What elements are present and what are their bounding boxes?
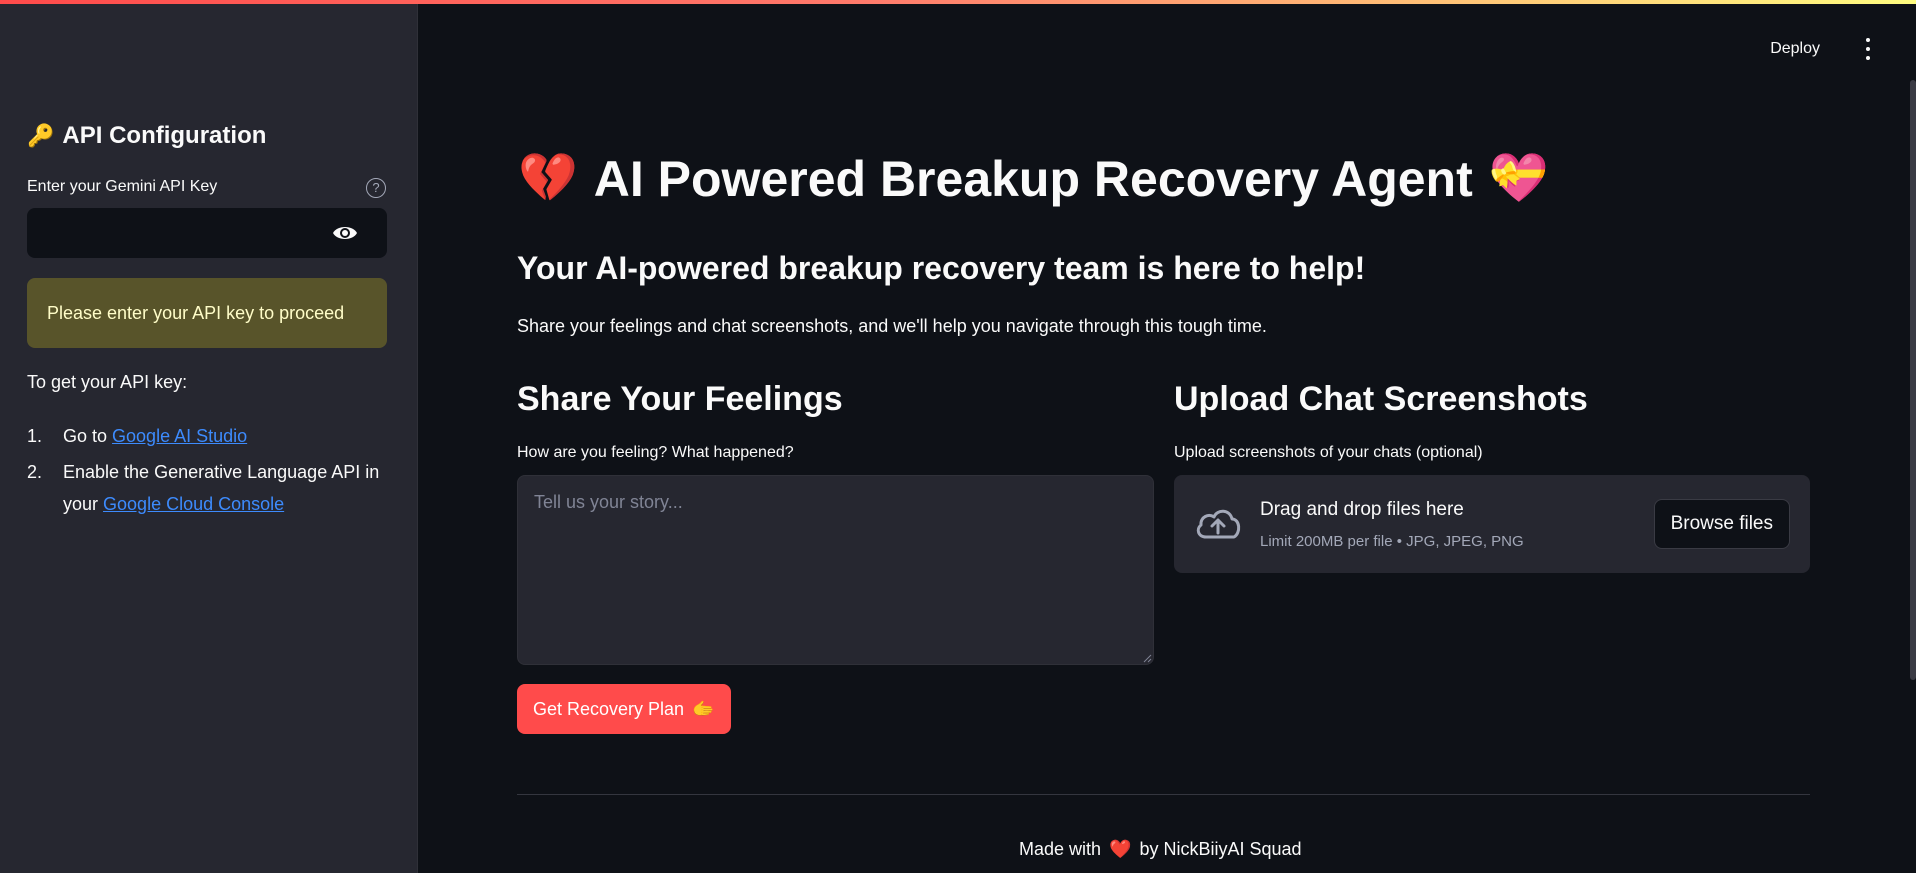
scrollbar[interactable] [1910, 80, 1916, 680]
dropzone-title: Drag and drop files here [1260, 499, 1464, 520]
page-title: 💔 AI Powered Breakup Recovery Agent 💝 [518, 150, 1549, 208]
api-key-warning: Please enter your API key to proceed [27, 278, 387, 348]
main-area: Deploy [418, 0, 1916, 873]
list-item: 1. Go to Google AI Studio [27, 420, 397, 452]
warning-text: Please enter your API key to proceed [47, 302, 345, 323]
upload-title: Upload Chat Screenshots [1174, 380, 1588, 418]
heart-icon: ❤️ [1109, 839, 1132, 859]
feelings-label: How are you feeling? What happened? [517, 444, 794, 461]
key-icon: 🔑 [27, 123, 55, 148]
divider [517, 794, 1810, 795]
step-text: Enable the Generative Language API in yo… [63, 462, 380, 514]
page-title-text: AI Powered Breakup Recovery Agent [593, 151, 1473, 207]
eye-icon[interactable] [332, 222, 358, 244]
sidebar-title: 🔑 API Configuration [27, 122, 266, 150]
sidebar: 🔑 API Configuration Enter your Gemini AP… [0, 0, 418, 873]
browse-files-button[interactable]: Browse files [1653, 499, 1790, 549]
step-number: 2. [27, 462, 43, 482]
resize-handle-icon[interactable] [1142, 653, 1152, 663]
button-label: Get Recovery Plan [533, 698, 685, 719]
list-item: 2. Enable the Generative Language API in… [27, 456, 397, 520]
file-dropzone[interactable]: Drag and drop files here Limit 200MB per… [1174, 475, 1810, 573]
api-steps-list: 1. Go to Google AI Studio 2. Enable the … [27, 420, 397, 524]
footer-prefix: Made with [1019, 839, 1102, 859]
step-number: 1. [27, 426, 43, 446]
sidebar-title-text: API Configuration [62, 122, 267, 149]
feelings-title: Share Your Feelings [517, 380, 843, 418]
footer-suffix: by NickBiiyAI Squad [1139, 839, 1302, 859]
deploy-button[interactable]: Deploy [1762, 36, 1828, 62]
api-key-label: Enter your Gemini API Key [27, 178, 218, 195]
upload-label: Upload screenshots of your chats (option… [1174, 444, 1483, 461]
cloud-upload-icon [1196, 509, 1241, 539]
broken-heart-icon: 💔 [518, 152, 578, 205]
get-key-heading: To get your API key: [27, 372, 188, 392]
google-cloud-console-link[interactable]: Google Cloud Console [103, 494, 284, 514]
gift-heart-icon: 💝 [1488, 152, 1549, 205]
lead-text: Share your feelings and chat screenshots… [517, 316, 1267, 336]
more-menu-icon[interactable] [1858, 38, 1878, 60]
subheading: Your AI-powered breakup recovery team is… [517, 250, 1366, 286]
story-textarea[interactable] [517, 475, 1154, 665]
footer: Made with ❤️ by NickBiiyAI Squad [1019, 839, 1302, 860]
top-decoration-bar [0, 0, 1916, 4]
get-recovery-plan-button[interactable]: Get Recovery Plan 🫱 [517, 684, 731, 734]
step-text: Go to Google AI Studio [63, 426, 248, 446]
google-ai-studio-link[interactable]: Google AI Studio [112, 426, 247, 446]
dropzone-limit: Limit 200MB per file • JPG, JPEG, PNG [1260, 533, 1524, 550]
hand-icon: 🫱 [692, 698, 715, 719]
help-icon[interactable]: ? [366, 178, 386, 198]
